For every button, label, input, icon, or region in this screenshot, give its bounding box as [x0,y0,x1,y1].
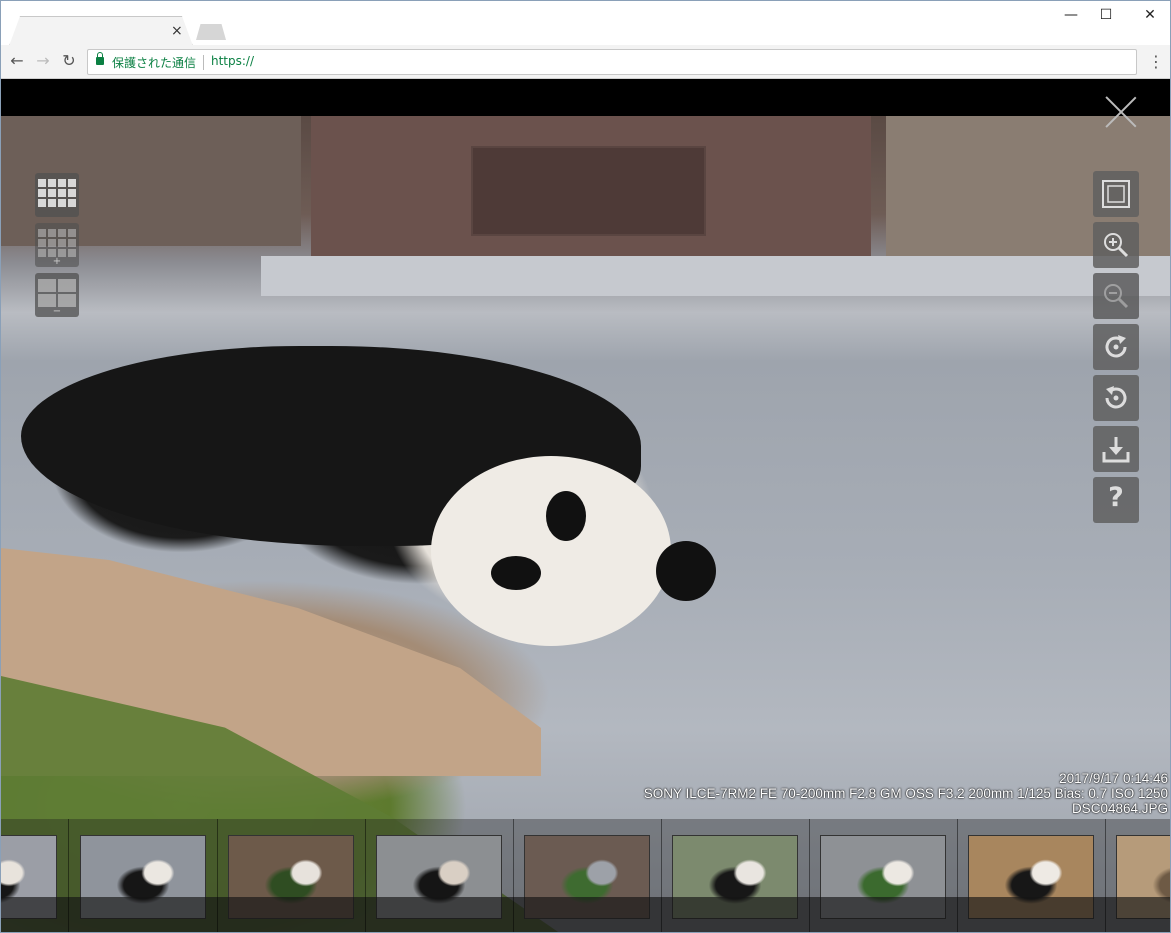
secure-connection-label: 保護された通信 [112,56,197,70]
reload-icon[interactable]: ↻ [59,51,79,71]
grid-plus-icon [38,229,76,257]
grid-view-button[interactable] [35,173,79,217]
zoom-in-button[interactable] [1093,222,1139,268]
address-bar[interactable]: 保護された通信 https:// [87,49,1137,75]
grid-enlarge-button[interactable]: + [35,223,79,267]
zoom-in-icon [1104,233,1129,258]
thumbnail-separator [957,819,958,932]
photo-panda-eye [546,491,586,541]
thumbnail[interactable] [376,835,502,919]
new-tab-button[interactable] [196,24,226,40]
thumbnail[interactable] [1116,835,1170,919]
back-icon[interactable]: ← [7,51,27,71]
thumbnail[interactable] [1,835,57,919]
forward-icon[interactable]: → [33,51,53,71]
thumbnail-separator [661,819,662,932]
rotate-left-button[interactable] [1093,375,1139,421]
help-button[interactable]: ? [1093,477,1139,523]
browser-toolbar: ← → ↻ 保護された通信 https:// ⋮ [1,45,1170,79]
thumbnail[interactable] [968,835,1094,919]
thumbnail-separator [217,819,218,932]
fit-screen-button[interactable] [1093,171,1139,217]
zoom-out-icon [1104,284,1129,309]
maximize-icon[interactable]: ☐ [1084,5,1128,25]
browser-menu-icon[interactable]: ⋮ [1148,51,1164,73]
photo-panda-eye [491,556,541,590]
grid-shrink-label: − [52,306,62,317]
grid-enlarge-label: + [52,256,62,267]
thumbnail-separator [809,819,810,932]
tab-close-icon[interactable]: × [171,21,183,41]
photo-bg-window [471,146,706,236]
photo-panda-head [431,456,671,646]
browser-tab[interactable] [9,16,193,46]
rotate-right-icon [1105,335,1127,358]
image-viewer: + − ? 2017/9/17 0:14:46 SONY ILCE-7RM2 F… [1,79,1170,932]
fit-screen-icon [1102,180,1130,208]
thumbnail[interactable] [80,835,206,919]
exif-camera: SONY ILCE-7RM2 FE 70-200mm F2.8 GM OSS F… [643,786,1168,801]
thumbnail-separator [1105,819,1106,932]
thumbnail-separator [365,819,366,932]
url-text[interactable]: https:// [211,54,254,68]
viewer-close-icon[interactable] [1105,95,1137,127]
thumbnail-separator [513,819,514,932]
window-close-icon[interactable]: ✕ [1128,5,1170,25]
exif-datetime: 2017/9/17 0:14:46 [1059,771,1168,786]
lock-icon [96,52,104,65]
help-icon: ? [1108,482,1124,513]
thumbnail[interactable] [672,835,798,919]
grid-minus-icon [38,279,76,307]
photo-bg-ledge [261,256,1170,296]
rotate-left-icon [1105,386,1127,409]
zoom-out-button[interactable] [1093,273,1139,319]
browser-window: × — ☐ ✕ ← → ↻ 保護された通信 https:// ⋮ + − ? 2… [0,0,1171,933]
download-icon [1102,437,1130,463]
photo-panda-ear [656,541,716,601]
grid-icon [38,179,76,207]
thumbnail[interactable] [228,835,354,919]
thumbnail[interactable] [820,835,946,919]
download-button[interactable] [1093,426,1139,472]
url-separator [203,55,204,70]
title-bar: × — ☐ ✕ [1,1,1170,46]
exif-filename: DSC04864.JPG [1071,801,1168,816]
exif-info: 2017/9/17 0:14:46 SONY ILCE-7RM2 FE 70-2… [644,771,1168,816]
thumbnail-strip[interactable] [1,819,1170,932]
rotate-right-button[interactable] [1093,324,1139,370]
thumbnail[interactable] [524,835,650,919]
thumbnail-separator [68,819,69,932]
grid-shrink-button[interactable]: − [35,273,79,317]
